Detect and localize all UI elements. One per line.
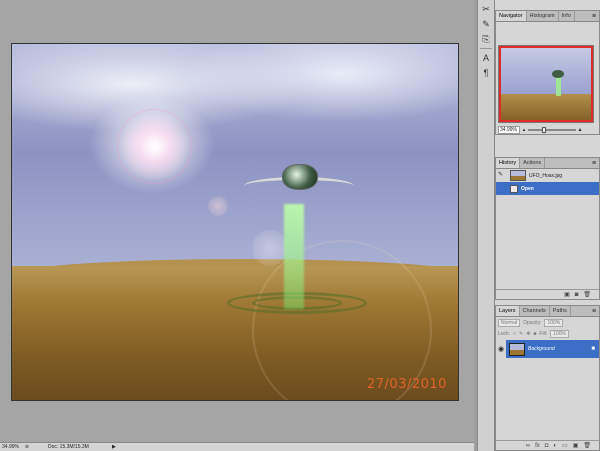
- fill-label: Fill:: [539, 330, 548, 337]
- brush-options-icon[interactable]: ✎: [479, 18, 493, 30]
- photoshop-window: 27/03/2010 34.99% ⊕ Doc: 15.3M/15.3M ▶ ✂…: [0, 0, 600, 451]
- ufo-dome: [282, 164, 318, 190]
- opacity-label: Opacity:: [523, 319, 542, 326]
- panel-dock: Navigator Histogram Info ≡ 34.99% ▴ ▲ Hi…: [495, 0, 600, 451]
- layer-name: Background: [528, 346, 555, 352]
- ufo-object: [244, 162, 354, 202]
- new-snapshot-icon[interactable]: ◙: [575, 292, 579, 298]
- lock-all-icon[interactable]: ■: [533, 331, 536, 337]
- open-state-icon: [510, 184, 518, 193]
- tab-channels[interactable]: Channels: [520, 306, 550, 316]
- navigator-zoom-field[interactable]: 34.99%: [498, 126, 520, 134]
- status-bar: 34.99% ⊕ Doc: 15.3M/15.3M ▶: [0, 442, 474, 451]
- layer-row-background[interactable]: ◉ Background ■: [496, 340, 599, 358]
- zoom-slider-knob[interactable]: [542, 127, 546, 133]
- delete-layer-icon[interactable]: 🗑: [583, 442, 591, 449]
- lock-image-icon[interactable]: ✎: [519, 331, 523, 337]
- new-layer-icon[interactable]: ▣: [573, 442, 579, 449]
- layers-tabs: Layers Channels Paths ≡: [496, 306, 599, 317]
- panel-menu-icon[interactable]: ≡: [589, 158, 599, 168]
- navigator-panel: Navigator Histogram Info ≡ 34.99% ▴ ▲: [495, 10, 600, 135]
- tab-histogram[interactable]: Histogram: [527, 11, 559, 21]
- panel-menu-icon[interactable]: ≡: [589, 11, 599, 21]
- status-zoom-field[interactable]: 34.99%: [0, 444, 22, 450]
- trash-icon[interactable]: 🗑: [583, 291, 591, 298]
- add-mask-icon[interactable]: ◘: [545, 443, 549, 449]
- history-footer: ▣ ◙ 🗑: [496, 289, 599, 299]
- panel-menu-icon[interactable]: ≡: [589, 306, 599, 316]
- status-menu-arrow-icon[interactable]: ▶: [112, 444, 120, 450]
- opacity-field[interactable]: 100%: [544, 318, 564, 327]
- layer-blend-row: Normal Opacity: 100%: [496, 317, 599, 328]
- date-stamp: 27/03/2010: [367, 377, 447, 392]
- navigator-view-box[interactable]: [499, 46, 593, 122]
- clone-source-icon[interactable]: ⎘: [479, 33, 493, 45]
- history-panel: History Actions ≡ ✎ UFO_Hoax.jpg Open ▣ …: [495, 157, 600, 300]
- lock-position-icon[interactable]: ✥: [526, 331, 530, 337]
- tab-paths[interactable]: Paths: [550, 306, 571, 316]
- layers-footer: ∞ fx ◘ ◐ ▭ ▣ 🗑: [496, 440, 599, 450]
- sun-flare: [117, 109, 192, 184]
- layers-panel: Layers Channels Paths ≡ Normal Opacity: …: [495, 305, 600, 451]
- strip-divider: [480, 48, 492, 49]
- layer-thumbnail: [509, 342, 525, 356]
- blend-mode-select[interactable]: Normal: [498, 318, 521, 327]
- lock-icon: ■: [591, 346, 595, 352]
- sky-area: [12, 44, 458, 284]
- navigator-zoom-controls: 34.99% ▴ ▲: [498, 126, 598, 134]
- zoom-out-icon[interactable]: ▴: [520, 127, 528, 133]
- tab-history[interactable]: History: [496, 158, 521, 168]
- zoom-slider[interactable]: [528, 127, 576, 133]
- lock-label: Lock:: [498, 330, 510, 337]
- layer-body[interactable]: Background ■: [506, 340, 599, 358]
- canvas-workspace[interactable]: 27/03/2010: [0, 0, 474, 442]
- visibility-eye-icon[interactable]: ◉: [496, 345, 506, 353]
- lock-transparent-icon[interactable]: □: [513, 331, 516, 337]
- scissors-icon[interactable]: ✂: [479, 3, 493, 15]
- zoom-in-icon[interactable]: ▲: [576, 127, 584, 133]
- character-icon[interactable]: A: [479, 52, 493, 64]
- document-canvas[interactable]: 27/03/2010: [11, 43, 459, 401]
- history-item-label: Open: [521, 185, 534, 192]
- history-tabs: History Actions ≡: [496, 158, 599, 169]
- fill-field[interactable]: 100%: [550, 329, 569, 338]
- status-doc-info: Doc: 15.3M/15.3M: [48, 444, 89, 450]
- history-state-open[interactable]: Open: [496, 182, 599, 195]
- snapshot-source-icon[interactable]: ✎: [498, 171, 506, 179]
- navigator-tabs: Navigator Histogram Info ≡: [496, 11, 599, 22]
- link-layers-icon[interactable]: ∞: [526, 443, 530, 449]
- new-document-icon[interactable]: ▣: [564, 291, 570, 298]
- status-info-icon[interactable]: ⊕: [22, 444, 32, 450]
- tab-info[interactable]: Info: [559, 11, 575, 21]
- lens-flare-small: [208, 196, 228, 216]
- layer-lock-row: Lock: □ ✎ ✥ ■ Fill: 100%: [496, 328, 599, 339]
- history-item-label: UFO_Hoax.jpg: [529, 172, 563, 179]
- ufo-light-beam: [284, 204, 304, 309]
- adjustment-layer-icon[interactable]: ◐: [553, 443, 557, 449]
- history-snapshot[interactable]: ✎ UFO_Hoax.jpg: [496, 169, 599, 182]
- tab-layers[interactable]: Layers: [496, 306, 520, 316]
- new-group-icon[interactable]: ▭: [562, 442, 568, 449]
- tab-actions[interactable]: Actions: [520, 158, 546, 168]
- paragraph-icon[interactable]: ¶: [479, 67, 493, 79]
- collapsed-panel-strip: ✂ ✎ ⎘ A ¶: [477, 0, 495, 451]
- snapshot-thumbnail: [510, 170, 526, 181]
- layer-style-icon[interactable]: fx: [535, 443, 540, 449]
- tab-navigator[interactable]: Navigator: [496, 11, 527, 21]
